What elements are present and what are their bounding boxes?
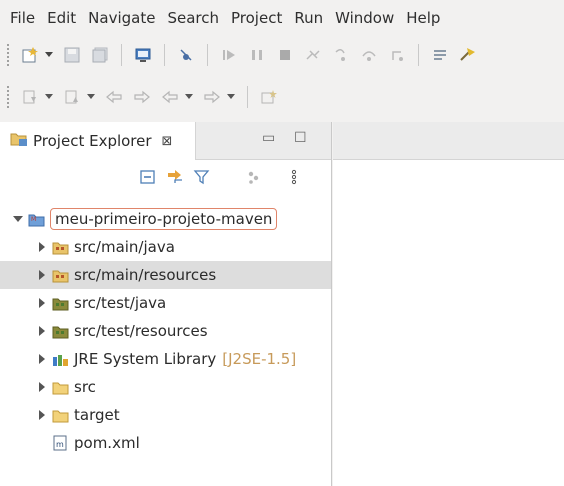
library-icon xyxy=(52,351,70,367)
chevron-right-icon[interactable] xyxy=(36,241,48,253)
source-folder-icon xyxy=(52,267,70,283)
chevron-right-icon[interactable] xyxy=(36,381,48,393)
tree-row-src-test-java[interactable]: src/test/java xyxy=(0,289,331,317)
chevron-down-icon[interactable] xyxy=(44,45,54,65)
focus-on-active-task-icon[interactable] xyxy=(245,168,263,186)
save-all-icon[interactable] xyxy=(90,45,110,65)
tree-row-src-main-java[interactable]: src/main/java xyxy=(0,233,331,261)
suspend-icon xyxy=(247,45,267,65)
filter-icon[interactable] xyxy=(193,168,211,186)
svg-text:m: m xyxy=(56,440,64,449)
tree-row-src-test-resources[interactable]: src/test/resources xyxy=(0,317,331,345)
chevron-right-icon[interactable] xyxy=(36,353,48,365)
chevron-down-icon[interactable] xyxy=(44,87,54,107)
next-annotation-icon[interactable] xyxy=(20,87,40,107)
project-explorer-view: Project Explorer ⊠ ▭ ☐ M meu-primeiro-pr… xyxy=(0,122,332,486)
disconnect-icon xyxy=(303,45,323,65)
tree-item-label: pom.xml xyxy=(74,434,140,452)
toolbar-separator xyxy=(121,44,122,66)
menu-run[interactable]: Run xyxy=(288,0,329,36)
test-source-folder-icon xyxy=(52,295,70,311)
console-icon[interactable] xyxy=(133,45,153,65)
menu-file[interactable]: File xyxy=(4,0,41,36)
tree-item-label: JRE System Library xyxy=(74,350,217,368)
maven-project-icon: M xyxy=(28,211,46,227)
skip-breakpoints-icon[interactable] xyxy=(176,45,196,65)
tree-row-jre-system-library[interactable]: JRE System Library [J2SE-1.5] xyxy=(0,345,331,373)
use-step-filters-icon[interactable] xyxy=(430,45,450,65)
back-icon[interactable] xyxy=(160,87,180,107)
chevron-right-icon[interactable] xyxy=(36,409,48,421)
link-with-editor-icon[interactable] xyxy=(166,168,184,186)
svg-text:M: M xyxy=(31,216,36,223)
save-icon[interactable] xyxy=(62,45,82,65)
view-menu-icon[interactable] xyxy=(285,168,303,186)
toolbar-separator xyxy=(207,44,208,66)
tree-row-project[interactable]: M meu-primeiro-projeto-maven xyxy=(0,205,331,233)
toolbar-grip[interactable] xyxy=(6,43,10,67)
forward-icon[interactable] xyxy=(202,87,222,107)
maven-file-icon: m xyxy=(52,435,70,451)
menu-search[interactable]: Search xyxy=(161,0,225,36)
step-return-icon xyxy=(387,45,407,65)
new-wizard-icon[interactable] xyxy=(20,45,40,65)
chevron-right-icon[interactable] xyxy=(36,269,48,281)
source-folder-icon xyxy=(52,239,70,255)
tree-item-label: src xyxy=(74,378,96,396)
view-toolbar xyxy=(0,164,331,190)
minimize-icon[interactable]: ▭ xyxy=(262,130,275,146)
tab-project-explorer[interactable]: Project Explorer ⊠ xyxy=(0,122,196,160)
maximize-icon[interactable]: ☐ xyxy=(294,130,307,146)
toolbar-separator xyxy=(164,44,165,66)
editor-tab-strip xyxy=(333,122,564,160)
toolbar-separator xyxy=(247,86,248,108)
test-source-folder-icon xyxy=(52,323,70,339)
folder-icon xyxy=(52,379,70,395)
folder-icon xyxy=(52,407,70,423)
menu-project[interactable]: Project xyxy=(225,0,288,36)
run-external-tool-icon[interactable] xyxy=(458,45,478,65)
jre-version-decoration: [J2SE-1.5] xyxy=(222,350,297,368)
main-toolbar xyxy=(0,36,564,74)
tree-item-label: target xyxy=(74,406,120,424)
tree-row-pom-xml[interactable]: m pom.xml xyxy=(0,429,331,457)
step-into-icon xyxy=(331,45,351,65)
menu-window[interactable]: Window xyxy=(329,0,400,36)
tree-row-target[interactable]: target xyxy=(0,401,331,429)
menu-help[interactable]: Help xyxy=(400,0,446,36)
tree-item-label: src/main/resources xyxy=(74,266,217,284)
resume-icon xyxy=(219,45,239,65)
menu-edit[interactable]: Edit xyxy=(41,0,82,36)
previous-annotation-icon[interactable] xyxy=(62,87,82,107)
toolbar-grip[interactable] xyxy=(6,85,10,109)
view-tab-bar: Project Explorer ⊠ ▭ ☐ xyxy=(0,122,331,160)
project-name: meu-primeiro-projeto-maven xyxy=(50,208,278,230)
tree-row-src-main-resources[interactable]: src/main/resources xyxy=(0,261,331,289)
toolbar-separator xyxy=(418,44,419,66)
step-over-icon xyxy=(359,45,379,65)
chevron-down-icon[interactable] xyxy=(184,87,194,107)
close-icon[interactable]: ⊠ xyxy=(162,134,173,149)
tree-item-label: src/test/java xyxy=(74,294,167,312)
tree-row-src[interactable]: src xyxy=(0,373,331,401)
chevron-right-icon[interactable] xyxy=(36,325,48,337)
tree-item-label: src/main/java xyxy=(74,238,175,256)
editor-area xyxy=(333,122,564,486)
project-tree: M meu-primeiro-projeto-maven src/main/ja… xyxy=(0,205,331,457)
navigation-toolbar xyxy=(0,78,564,116)
collapse-all-icon[interactable] xyxy=(139,168,157,186)
chevron-right-icon[interactable] xyxy=(36,297,48,309)
tree-item-label: src/test/resources xyxy=(74,322,208,340)
menu-bar: File Edit Navigate Search Project Run Wi… xyxy=(0,0,564,36)
forward-edit-icon[interactable] xyxy=(132,87,152,107)
chevron-down-icon[interactable] xyxy=(86,87,96,107)
project-explorer-icon xyxy=(10,131,28,151)
chevron-down-icon[interactable] xyxy=(226,87,236,107)
view-title: Project Explorer xyxy=(33,132,152,150)
terminate-icon xyxy=(275,45,295,65)
menu-navigate[interactable]: Navigate xyxy=(82,0,161,36)
chevron-down-icon[interactable] xyxy=(12,213,24,225)
open-perspective-icon[interactable] xyxy=(259,87,279,107)
last-edit-location-icon[interactable] xyxy=(104,87,124,107)
